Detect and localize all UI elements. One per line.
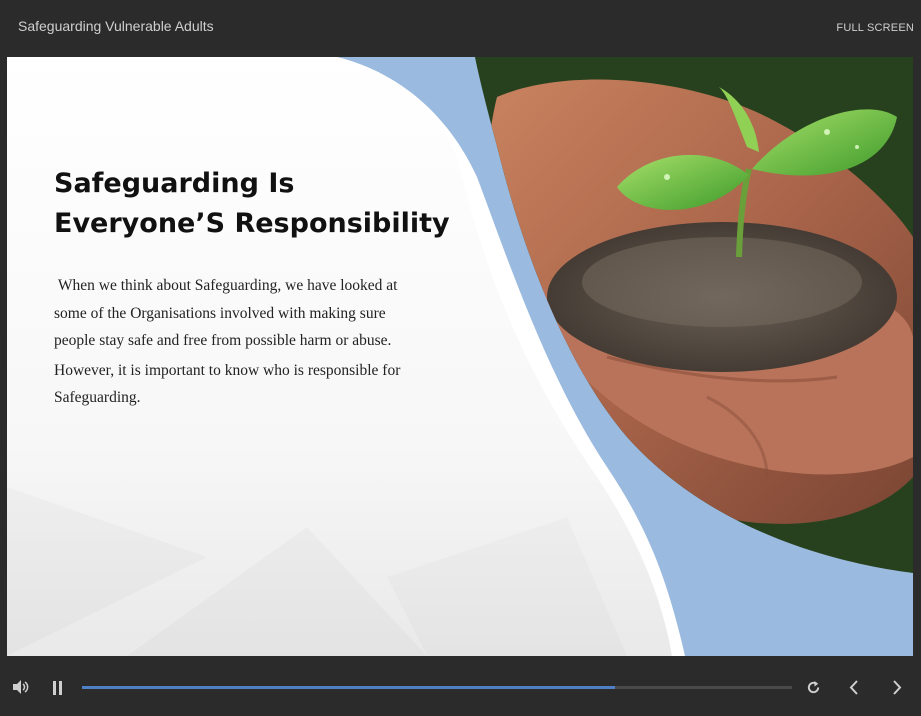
course-title: Safeguarding Vulnerable Adults — [18, 18, 214, 34]
next-button[interactable] — [891, 680, 903, 695]
replay-button[interactable] — [806, 680, 821, 695]
progress-fill — [82, 686, 615, 689]
next-icon — [893, 680, 902, 695]
slide-body: When we think about Safeguarding, we hav… — [54, 272, 424, 412]
pause-button[interactable] — [52, 681, 64, 695]
slide-paragraph-1: When we think about Safeguarding, we hav… — [54, 277, 402, 349]
slide-heading: Safeguarding Is Everyone’S Responsibilit… — [54, 164, 454, 244]
fullscreen-button[interactable]: FULL SCREEN — [836, 22, 914, 34]
slide-paragraph-2: However, it is important to know who is … — [54, 361, 401, 407]
top-bar: Safeguarding Vulnerable Adults FULL SCRE… — [0, 0, 921, 56]
slide-heading-line2: Everyone’S Responsibility — [54, 208, 450, 239]
prev-button[interactable] — [848, 680, 860, 695]
player-controls — [0, 657, 921, 716]
pause-icon — [53, 681, 62, 695]
volume-button[interactable] — [12, 680, 30, 694]
volume-icon — [13, 680, 29, 694]
progress-bar[interactable] — [82, 686, 792, 689]
prev-icon — [849, 680, 858, 695]
replay-icon — [807, 680, 820, 694]
slide-heading-line1: Safeguarding Is — [54, 168, 295, 199]
slide: Safeguarding Is Everyone’S Responsibilit… — [7, 57, 913, 656]
